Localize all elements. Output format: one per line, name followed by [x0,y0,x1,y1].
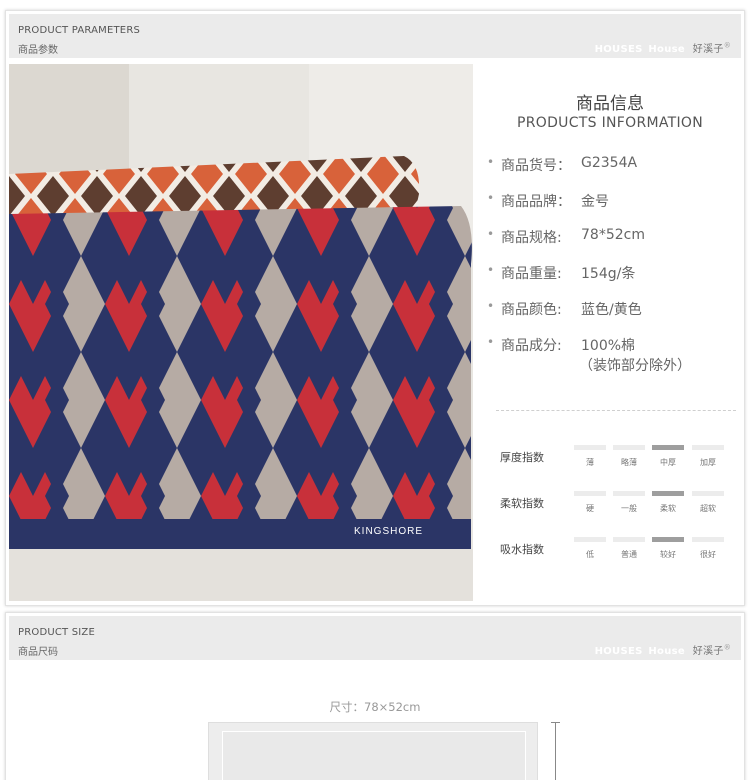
index-option: 略薄 [613,445,645,475]
spec-value: 78*52cm [581,227,645,243]
spec-list: • 商品货号： G2354A • 商品品牌： 金号 • 商品规格: 78*52c… [487,155,737,385]
registered-mark: ® [723,643,731,652]
spec-item-size: • 商品规格: 78*52cm [487,227,737,263]
index-option: 薄 [574,445,606,475]
brand-logo: HOUSES House 好溪子® [595,642,731,657]
spec-label: 商品规格: [501,230,562,246]
index-option: 很好 [692,537,724,567]
spec-value: 金号 [581,194,609,210]
spec-value: G2354A [581,155,638,171]
info-title-en: PRODUCTS INFORMATION [516,115,704,131]
index-absorbency: 吸水指数 低 普通 较好 很好 [500,537,740,567]
spec-item-color: • 商品颜色: 蓝色/黄色 [487,299,737,335]
info-title-cn: 商品信息 [576,94,644,114]
spec-item-weight: • 商品重量: 154g/条 [487,263,737,299]
spec-label: 商品品牌： [501,194,571,210]
spec-item-material: • 商品成分: 100%棉 （装饰部分除外） [487,335,737,385]
spec-label: 商品成分: [501,338,562,354]
registered-mark: ® [723,41,731,50]
brand-logo-text-1: HOUSES [594,44,643,55]
index-option: 普通 [613,537,645,567]
section-header: PRODUCT PARAMETERS 商品参数 HOUSES House 好溪子… [9,14,741,58]
section-title-cn: 商品参数 [18,45,58,56]
bullet-icon: • [487,335,495,349]
index-option: 加厚 [692,445,724,475]
pillow-logo-text: KINGSHORE [354,526,423,537]
bullet-icon: • [487,155,495,169]
spec-value: 154g/条 [581,266,636,282]
measure-line [555,722,556,780]
spec-item-brand: • 商品品牌： 金号 [487,191,737,227]
spec-label: 商品重量: [501,266,562,282]
brand-logo-text-1: HOUSES [594,646,643,657]
bullet-icon: • [487,227,495,241]
brand-logo-text-2: House [648,646,685,657]
index-softness: 柔软指数 硬 一般 柔软 超软 [500,491,740,521]
front-pillow [9,206,472,549]
index-option: 低 [574,537,606,567]
divider [496,410,736,411]
spec-value: 蓝色/黄色 [581,302,642,318]
spec-label: 商品货号： [501,158,571,174]
section-title-en: PRODUCT PARAMETERS [18,25,141,36]
spec-item-sku: • 商品货号： G2354A [487,155,737,191]
section-title-en: PRODUCT SIZE [18,627,96,638]
brand-logo: HOUSES House 好溪子® [595,40,731,55]
index-label: 吸水指数 [500,543,544,556]
product-photo: KINGSHORE [9,64,473,601]
index-option-selected: 柔软 [652,491,684,521]
index-thickness: 厚度指数 薄 略薄 中厚 加厚 [500,445,740,475]
index-option-selected: 中厚 [652,445,684,475]
size-caption: 尺寸：78×52cm [329,700,421,714]
pillow-illustration: KINGSHORE [9,64,473,601]
product-parameters-panel: PRODUCT PARAMETERS 商品参数 HOUSES House 好溪子… [5,10,745,606]
index-label: 厚度指数 [500,451,544,464]
index-label: 柔软指数 [500,497,544,510]
bullet-icon: • [487,191,495,205]
bullet-icon: • [487,299,495,313]
index-option-selected: 较好 [652,537,684,567]
spec-label: 商品颜色: [501,302,562,318]
index-option: 一般 [613,491,645,521]
brand-logo-text-cn: 好溪子 [692,44,724,55]
size-diagram-inner [222,731,526,780]
spec-value-note: （装饰部分除外） [579,358,691,374]
brand-logo-text-2: House [648,44,685,55]
index-option: 硬 [574,491,606,521]
spec-value: 100%棉 [581,338,636,354]
index-option: 超软 [692,491,724,521]
brand-logo-text-cn: 好溪子 [692,646,724,657]
size-diagram [208,722,538,780]
section-title-cn: 商品尺码 [18,647,58,658]
bullet-icon: • [487,263,495,277]
section-header: PRODUCT SIZE 商品尺码 HOUSES House 好溪子® [9,616,741,660]
